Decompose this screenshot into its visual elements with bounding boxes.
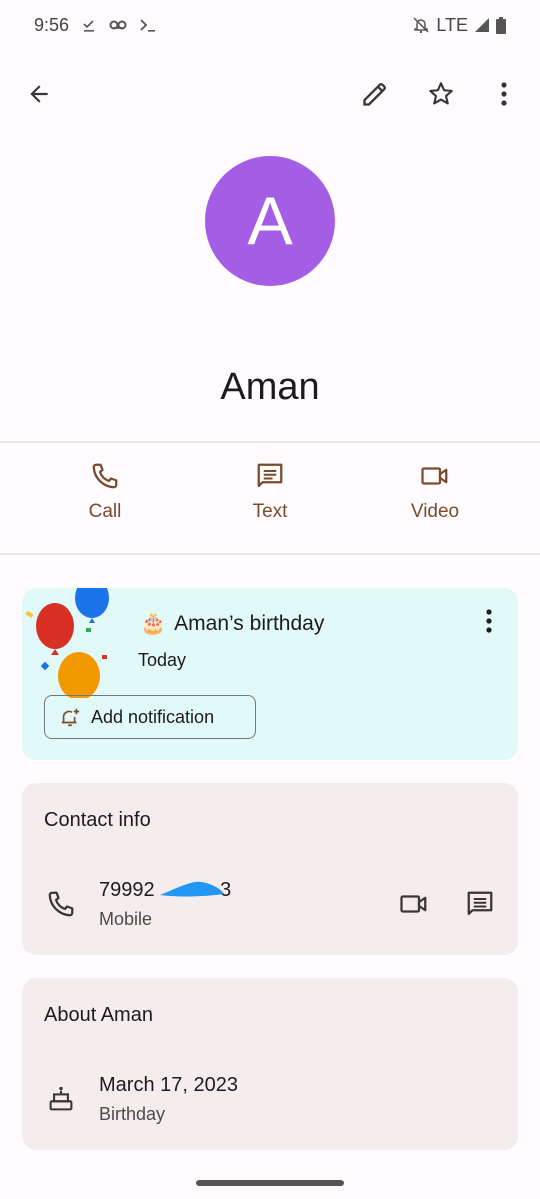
text-button[interactable]: Text bbox=[220, 461, 320, 523]
birthday-more-button[interactable] bbox=[474, 606, 504, 636]
phone-icon bbox=[44, 887, 78, 921]
back-arrow-icon bbox=[30, 85, 48, 103]
signal-icon bbox=[474, 17, 490, 33]
edit-pencil-icon bbox=[363, 83, 386, 106]
video-button[interactable]: Video bbox=[385, 461, 485, 523]
birthday-title-text: Aman’s birthday bbox=[174, 612, 325, 635]
divider bbox=[0, 553, 540, 555]
more-options-button[interactable] bbox=[482, 72, 526, 116]
favorite-button[interactable] bbox=[419, 72, 463, 116]
back-button[interactable] bbox=[17, 72, 61, 116]
birthday-subtitle: Today bbox=[138, 650, 187, 670]
contact-info-title: Contact info bbox=[44, 809, 151, 831]
message-button[interactable] bbox=[462, 887, 498, 921]
status-time: 9:56 bbox=[34, 14, 70, 35]
birthday-title: 🎂 Aman’s birthday bbox=[140, 612, 324, 636]
add-alert-icon bbox=[61, 708, 80, 727]
terminal-icon bbox=[139, 17, 157, 33]
more-vert-icon bbox=[486, 609, 492, 633]
text-label: Text bbox=[252, 501, 288, 522]
more-vert-icon bbox=[501, 82, 507, 106]
contact-info-card: Contact info 79992 3 Mobile bbox=[22, 783, 518, 955]
birthday-date: March 17, 2023 bbox=[99, 1074, 238, 1096]
notifications-off-icon bbox=[412, 16, 430, 34]
contact-name: Aman bbox=[220, 366, 320, 408]
add-notification-label: Add notification bbox=[91, 706, 215, 727]
about-title: About Aman bbox=[44, 1004, 153, 1026]
battery-icon bbox=[496, 16, 506, 34]
add-notification-button[interactable]: Add notification bbox=[44, 695, 256, 739]
phone-type: Mobile bbox=[99, 909, 153, 929]
about-card: About Aman March 17, 2023 Birthday bbox=[22, 978, 518, 1150]
network-type: LTE bbox=[436, 14, 468, 35]
edit-button[interactable] bbox=[353, 72, 397, 116]
video-call-button[interactable] bbox=[396, 889, 432, 919]
birthday-label: Birthday bbox=[99, 1104, 166, 1124]
birthday-card: 🎂 Aman’s birthday Today Add notification bbox=[22, 588, 518, 760]
video-label: Video bbox=[410, 501, 460, 522]
cake-emoji-icon: 🎂 bbox=[140, 612, 167, 635]
avatar-letter: A bbox=[247, 183, 293, 259]
balloons-illustration bbox=[25, 588, 109, 698]
home-indicator[interactable] bbox=[196, 1180, 344, 1186]
call-label: Call bbox=[88, 501, 122, 522]
call-button[interactable]: Call bbox=[55, 461, 155, 523]
message-icon bbox=[257, 463, 283, 488]
redaction-scribble bbox=[160, 881, 224, 897]
avatar: A bbox=[205, 156, 335, 286]
star-outline-icon bbox=[429, 82, 453, 105]
cake-icon bbox=[44, 1082, 78, 1116]
quick-actions: Call Text Video bbox=[0, 443, 540, 553]
app-bar bbox=[0, 64, 540, 124]
message-icon bbox=[467, 891, 493, 916]
videocam-icon bbox=[421, 467, 448, 485]
phone-icon bbox=[92, 463, 118, 489]
videocam-icon bbox=[400, 895, 427, 913]
voicemail-icon bbox=[109, 19, 127, 31]
status-bar: 9:56 LTE bbox=[0, 0, 540, 50]
download-done-icon bbox=[81, 17, 97, 33]
